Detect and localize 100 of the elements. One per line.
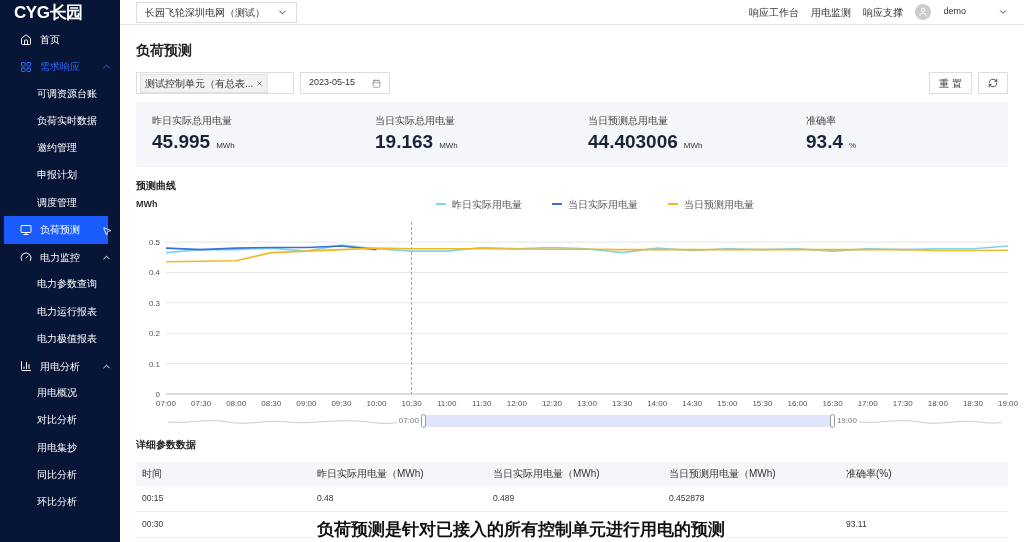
sidebar-item[interactable]: 首页 — [0, 26, 120, 53]
date-field[interactable]: 2023-05-15 — [300, 72, 390, 94]
x-axis-label: 19:00 — [998, 399, 1018, 409]
x-axis-label: 16:00 — [787, 399, 808, 409]
sidebar-subitem[interactable]: 邀约管理 — [0, 134, 120, 162]
stat-label: 当日预测总用电量 — [588, 114, 669, 128]
sidebar-subitem[interactable]: 环比分析 — [0, 488, 120, 517]
table-cell-text: 0.452878 — [668, 491, 706, 505]
sidebar-subitem[interactable]: 电力极值报表 — [0, 325, 120, 353]
monitor-icon — [20, 224, 32, 237]
x-axis-label: 15:00 — [717, 399, 738, 409]
x-axis-label: 18:30 — [962, 399, 983, 409]
calendar-icon — [372, 78, 381, 88]
sidebar-item[interactable]: 电力监控 — [0, 243, 120, 271]
sidebar-subitem[interactable]: 申报计划 — [0, 161, 120, 190]
cursor-icon — [102, 226, 112, 237]
legend-label[interactable]: 当日实际用电量 — [568, 196, 638, 212]
legend-label[interactable]: 昨日实际用电量 — [452, 196, 522, 212]
x-axis-label: 12:00 — [506, 399, 527, 409]
table-cell-text: 00:15 — [141, 491, 165, 505]
table-cell-text: 00:30 — [141, 517, 165, 531]
avatar-icon — [915, 4, 932, 20]
logo: CYG长园 — [13, 2, 84, 25]
stat-label: 当日实际总用电量 — [375, 114, 456, 128]
sidebar-subitem[interactable]: 用电概况 — [0, 379, 120, 407]
grid-select[interactable]: 长园飞轮深圳电网（测试） — [136, 1, 297, 23]
range-start-label: 07:00 — [398, 415, 419, 428]
x-axis-label: 14:30 — [682, 399, 703, 409]
column-header: 准确率(%) — [845, 467, 893, 481]
refresh-icon — [988, 78, 998, 88]
x-axis-label: 12:30 — [541, 399, 562, 409]
top-nav-link[interactable]: 响应支撑 — [863, 4, 904, 20]
page-title: 负荷预测 — [136, 41, 193, 60]
x-axis-label: 09:30 — [331, 399, 352, 409]
x-axis-label: 14:00 — [647, 399, 668, 409]
stat-value: 45.995 — [152, 130, 211, 154]
table-cell-text: 0.48 — [316, 491, 335, 505]
bar-chart-icon — [20, 360, 32, 373]
x-axis-label: 18:00 — [927, 399, 948, 409]
sidebar-subitem[interactable]: 可调资源台账 — [0, 80, 120, 108]
y-axis-label: 0 — [155, 390, 160, 400]
refresh-button[interactable] — [978, 72, 1008, 94]
sidebar-item[interactable]: 需求响应 — [0, 53, 120, 80]
y-axis-label: 0.2 — [148, 329, 160, 339]
range-handle[interactable] — [420, 414, 426, 429]
stat-label: 准确率 — [806, 114, 837, 128]
range-end-label: 19:00 — [836, 415, 857, 428]
x-axis-label: 09:00 — [296, 399, 317, 409]
top-nav-link[interactable]: 响应工作台 — [749, 4, 800, 20]
stat-value: 19.163 — [375, 130, 434, 154]
sidebar-subitem[interactable]: 用电集抄 — [0, 434, 120, 462]
sidebar-subitem[interactable]: 对比分析 — [0, 406, 120, 435]
sidebar-subitem[interactable]: 调度管理 — [0, 189, 120, 217]
y-axis-label: 0.4 — [148, 268, 160, 278]
column-header: 昨日实际用电量（MWh) — [316, 467, 425, 481]
x-axis-label: 13:00 — [577, 399, 597, 409]
section-title: 详细参数数据 — [136, 438, 197, 453]
legend-label[interactable]: 当日预测用电量 — [684, 196, 754, 212]
x-axis-label: 08:30 — [261, 399, 282, 409]
caret-icon — [998, 7, 1008, 17]
x-axis-label: 17:30 — [892, 399, 913, 409]
x-axis-label: 07:00 — [156, 399, 176, 409]
user-name[interactable]: demo — [943, 5, 966, 19]
range-handle[interactable] — [830, 414, 835, 429]
sidebar-item[interactable]: 用电分析 — [0, 352, 120, 380]
home-icon — [20, 33, 32, 46]
y-axis-unit: MWh — [136, 197, 159, 211]
x-axis-label: 08:00 — [226, 399, 247, 409]
stat-unit: MWh — [683, 140, 703, 152]
stat-value: 44.403006 — [588, 130, 678, 154]
x-axis-label: 15:30 — [752, 399, 773, 409]
stat-value: 93.4 — [806, 130, 843, 154]
column-header: 时间 — [141, 467, 163, 481]
table-cell-text: 0.489 — [492, 491, 516, 505]
x-axis-label: 11:00 — [436, 399, 457, 409]
x-axis-label: 07:30 — [191, 399, 212, 409]
gauge-icon — [20, 251, 32, 264]
sidebar-subitem[interactable]: 同比分析 — [0, 461, 120, 489]
sidebar-subitem[interactable]: 电力运行报表 — [0, 298, 120, 326]
close-icon[interactable] — [256, 79, 264, 87]
grid-icon — [20, 60, 32, 73]
sidebar-subitem[interactable]: 负荷实时数据 — [0, 107, 120, 135]
section-title: 预测曲线 — [136, 179, 177, 193]
x-axis-label: 16:30 — [822, 399, 843, 409]
y-axis-label: 0.3 — [148, 299, 160, 309]
reset-button[interactable]: 重 置 — [929, 72, 972, 94]
column-header: 当日实际用电量（MWh) — [492, 467, 601, 481]
top-nav-link[interactable]: 用电监测 — [811, 4, 852, 20]
unit-tag: 测试控制单元（有总表... — [140, 73, 269, 93]
x-axis-label: 13:30 — [612, 399, 633, 409]
sidebar-subitem[interactable]: 电力参数查询 — [0, 270, 120, 299]
stat-label: 昨日实际总用电量 — [152, 114, 233, 128]
y-axis-label: 0.1 — [148, 359, 160, 369]
unit-select[interactable]: 测试控制单元（有总表... — [136, 72, 294, 94]
column-header: 当日预测用电量（MWh) — [668, 467, 777, 481]
stat-unit: MWh — [439, 140, 458, 152]
x-axis-label: 10:30 — [401, 399, 422, 409]
y-axis-label: 0.5 — [148, 238, 160, 248]
x-axis-label: 11:30 — [472, 399, 492, 409]
table-cell-text: 93.11 — [845, 517, 868, 531]
